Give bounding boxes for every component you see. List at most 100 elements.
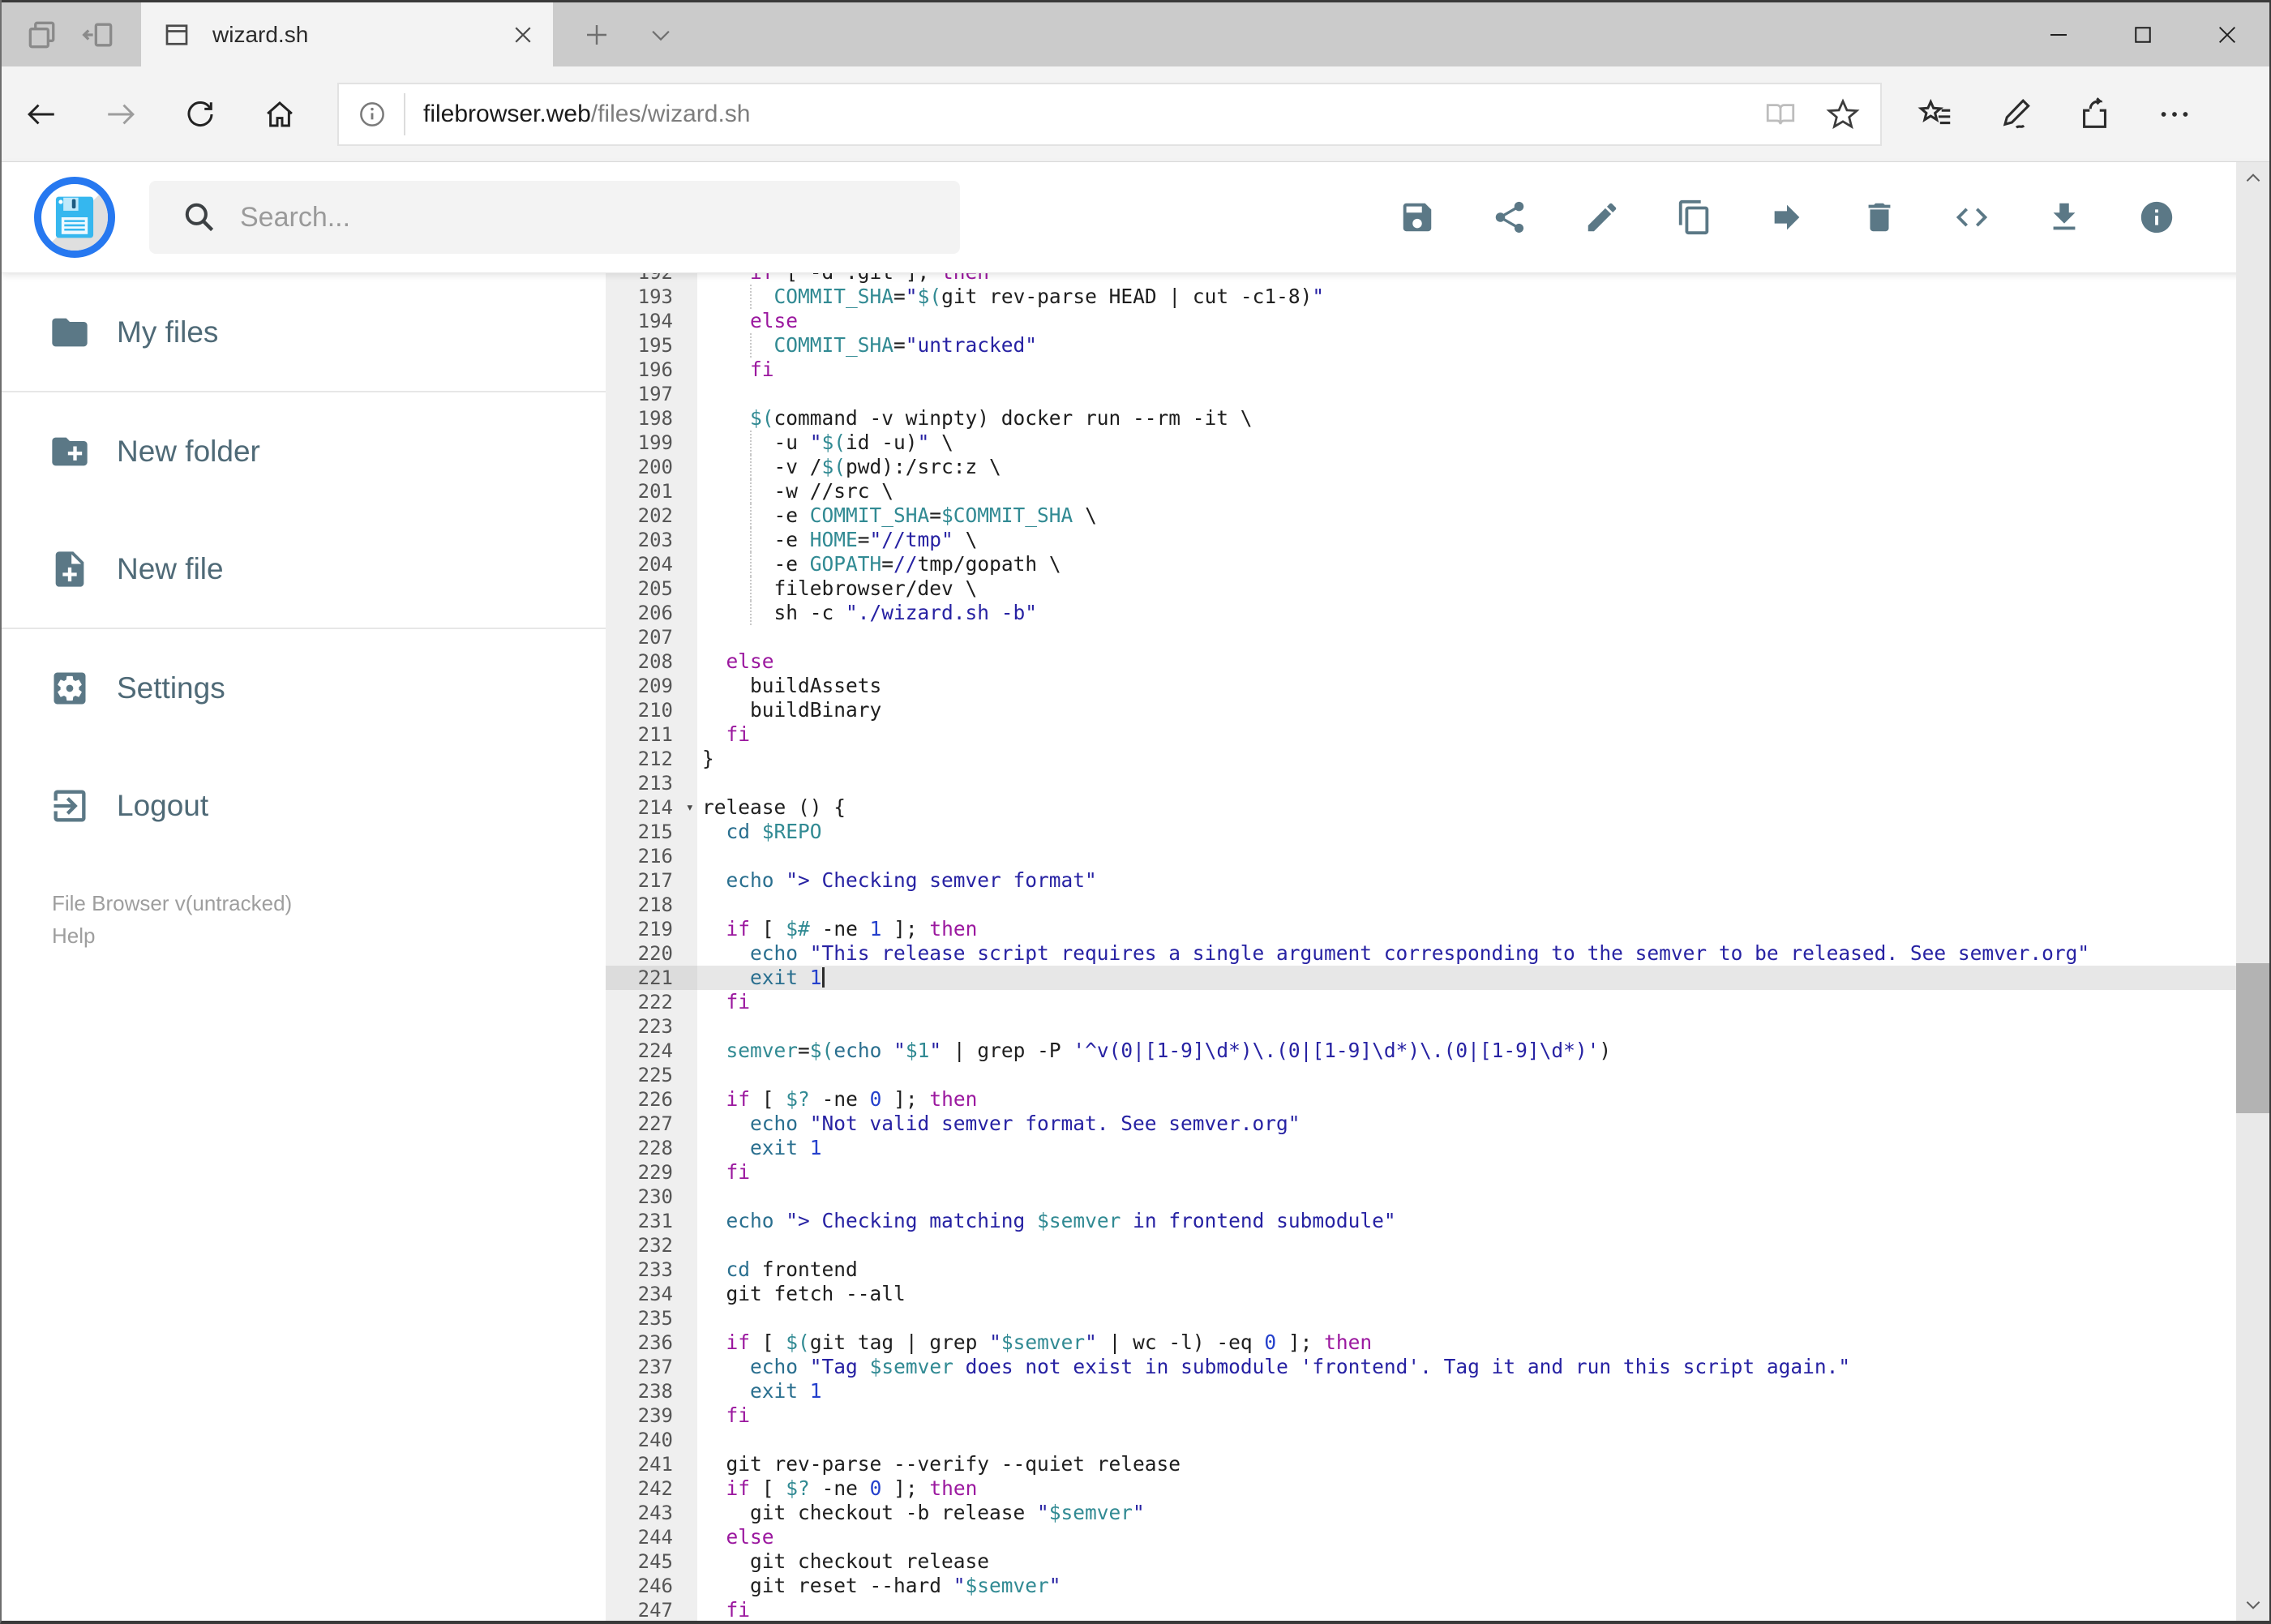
code-line[interactable]: 194 else <box>606 309 2236 333</box>
code-line[interactable]: 233 cd frontend <box>606 1258 2236 1282</box>
code-line[interactable]: 238 exit 1 <box>606 1379 2236 1403</box>
code-text[interactable]: echo "> Checking semver format" <box>697 868 2236 893</box>
code-line[interactable]: 205 filebrowser/dev \ <box>606 576 2236 601</box>
code-content[interactable]: 192 if [ -d .git ]; then193 COMMIT_SHA="… <box>606 273 2236 1621</box>
code-text[interactable]: git fetch --all <box>697 1282 2236 1306</box>
url-text[interactable]: filebrowser.web/files/wizard.sh <box>423 101 1763 128</box>
code-text[interactable]: buildAssets <box>697 674 2236 698</box>
code-editor[interactable]: 192 if [ -d .git ]; then193 COMMIT_SHA="… <box>606 273 2236 1621</box>
window-minimize-button[interactable] <box>2016 2 2101 66</box>
save-button[interactable] <box>1399 199 1436 236</box>
code-text[interactable] <box>697 1428 2236 1452</box>
code-line[interactable]: 200 -v /$(pwd):/src:z \ <box>606 455 2236 479</box>
code-text[interactable] <box>697 1185 2236 1209</box>
browser-tab[interactable]: wizard.sh <box>141 2 553 66</box>
code-text[interactable]: exit 1 <box>697 1136 2236 1160</box>
web-note-pen-icon[interactable] <box>1997 96 2034 133</box>
favorites-hub-icon[interactable] <box>1917 96 1955 133</box>
code-text[interactable]: git checkout release <box>697 1549 2236 1574</box>
code-line[interactable]: 195 COMMIT_SHA="untracked" <box>606 333 2236 358</box>
forward-button[interactable] <box>81 97 161 131</box>
code-line[interactable]: 210 buildBinary <box>606 698 2236 722</box>
code-text[interactable] <box>697 893 2236 917</box>
code-line[interactable]: 246 git reset --hard "$semver" <box>606 1574 2236 1598</box>
code-text[interactable]: if [ $? -ne 0 ]; then <box>697 1476 2236 1501</box>
code-text[interactable]: fi <box>697 1598 2236 1621</box>
code-text[interactable]: -e HOME="//tmp" \ <box>697 528 2236 552</box>
tab-close-icon[interactable] <box>511 23 535 47</box>
code-line[interactable]: 201 -w //src \ <box>606 479 2236 503</box>
code-line[interactable]: 219 if [ $# -ne 1 ]; then <box>606 917 2236 941</box>
set-tabs-aside-icon[interactable] <box>81 17 117 53</box>
code-line[interactable]: 216 <box>606 844 2236 868</box>
code-line[interactable]: 197 <box>606 382 2236 406</box>
code-line[interactable]: 202 -e COMMIT_SHA=$COMMIT_SHA \ <box>606 503 2236 528</box>
code-line[interactable]: 206 sh -c "./wizard.sh -b" <box>606 601 2236 625</box>
code-line[interactable]: 208 else <box>606 649 2236 674</box>
code-text[interactable]: $(command -v winpty) docker run --rm -it… <box>697 406 2236 431</box>
home-button[interactable] <box>240 97 319 131</box>
code-text[interactable]: echo "This release script requires a sin… <box>697 941 2236 966</box>
code-line[interactable]: 231 echo "> Checking matching $semver in… <box>606 1209 2236 1233</box>
code-line[interactable]: 221 exit 1 <box>606 966 2236 990</box>
search-input[interactable] <box>240 201 889 234</box>
code-line[interactable]: 244 else <box>606 1525 2236 1549</box>
code-text[interactable] <box>697 1306 2236 1330</box>
code-text[interactable]: fi <box>697 1160 2236 1185</box>
code-text[interactable]: git reset --hard "$semver" <box>697 1574 2236 1598</box>
code-text[interactable]: echo "Tag $semver does not exist in subm… <box>697 1355 2236 1379</box>
scrollbar-thumb[interactable] <box>2236 963 2269 1113</box>
move-button[interactable] <box>1768 199 1806 236</box>
code-text[interactable]: echo "Not valid semver format. See semve… <box>697 1112 2236 1136</box>
code-line[interactable]: 241 git rev-parse --verify --quiet relea… <box>606 1452 2236 1476</box>
tab-list-chevron-icon[interactable] <box>647 21 675 49</box>
more-options-icon[interactable] <box>2156 96 2193 133</box>
sidebar-item-logout[interactable]: Logout <box>2 747 606 864</box>
code-text[interactable]: exit 1 <box>697 1379 2236 1403</box>
code-line[interactable]: 204 -e GOPATH=//tmp/gopath \ <box>606 552 2236 576</box>
code-text[interactable]: buildBinary <box>697 698 2236 722</box>
code-text[interactable]: filebrowser/dev \ <box>697 576 2236 601</box>
site-info-icon[interactable] <box>339 99 404 130</box>
code-text[interactable]: -u "$(id -u)" \ <box>697 431 2236 455</box>
code-line[interactable]: 198 $(command -v winpty) docker run --rm… <box>606 406 2236 431</box>
code-line[interactable]: 229 fi <box>606 1160 2236 1185</box>
code-line[interactable]: 199 -u "$(id -u)" \ <box>606 431 2236 455</box>
code-line[interactable]: 211 fi <box>606 722 2236 747</box>
code-line[interactable]: 218 <box>606 893 2236 917</box>
code-text[interactable]: fi <box>697 358 2236 382</box>
code-text[interactable]: semver=$(echo "$1" | grep -P '^v(0|[1-9]… <box>697 1039 2236 1063</box>
code-line[interactable]: 227 echo "Not valid semver format. See s… <box>606 1112 2236 1136</box>
code-line[interactable]: 239 fi <box>606 1403 2236 1428</box>
code-text[interactable]: -e COMMIT_SHA=$COMMIT_SHA \ <box>697 503 2236 528</box>
code-line[interactable]: 232 <box>606 1233 2236 1258</box>
code-text[interactable]: -e GOPATH=//tmp/gopath \ <box>697 552 2236 576</box>
code-text[interactable] <box>697 771 2236 795</box>
scrollbar-up-arrow-icon[interactable] <box>2236 162 2269 195</box>
sidebar-item-my-files[interactable]: My files <box>2 273 606 391</box>
sidebar-item-settings[interactable]: Settings <box>2 629 606 747</box>
code-line[interactable]: 237 echo "Tag $semver does not exist in … <box>606 1355 2236 1379</box>
code-text[interactable] <box>697 1233 2236 1258</box>
page-scrollbar[interactable] <box>2236 162 2269 1621</box>
code-text[interactable] <box>697 382 2236 406</box>
code-text[interactable]: release () { <box>697 795 2236 820</box>
edit-button[interactable] <box>1583 199 1621 236</box>
download-button[interactable] <box>2046 199 2083 236</box>
code-line[interactable]: 222 fi <box>606 990 2236 1014</box>
code-text[interactable] <box>697 1063 2236 1087</box>
code-line[interactable]: 224 semver=$(echo "$1" | grep -P '^v(0|[… <box>606 1039 2236 1063</box>
code-line[interactable]: 217 echo "> Checking semver format" <box>606 868 2236 893</box>
code-text[interactable]: else <box>697 649 2236 674</box>
window-maximize-button[interactable] <box>2101 2 2185 66</box>
delete-button[interactable] <box>1861 199 1898 236</box>
code-line[interactable]: 226 if [ $? -ne 0 ]; then <box>606 1087 2236 1112</box>
help-link[interactable]: Help <box>52 919 606 952</box>
share-icon[interactable] <box>2076 96 2114 133</box>
code-text[interactable]: if [ $(git tag | grep "$semver" | wc -l)… <box>697 1330 2236 1355</box>
code-text[interactable]: fi <box>697 1403 2236 1428</box>
code-text[interactable]: cd frontend <box>697 1258 2236 1282</box>
copy-button[interactable] <box>1676 199 1713 236</box>
code-line[interactable]: 212} <box>606 747 2236 771</box>
code-text[interactable]: -w //src \ <box>697 479 2236 503</box>
